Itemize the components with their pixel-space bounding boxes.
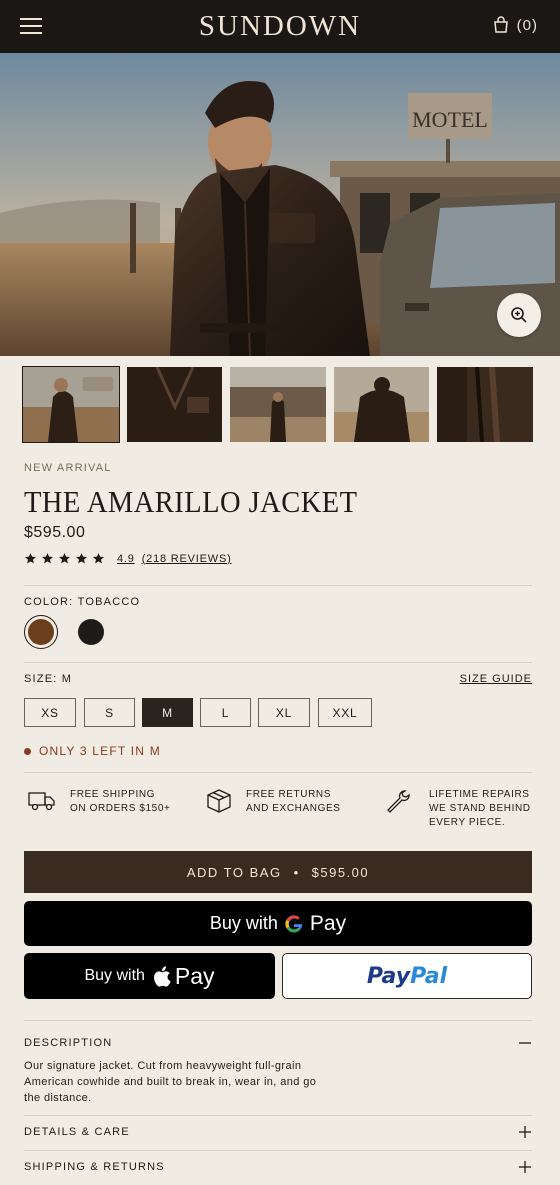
star-icon	[25, 553, 36, 564]
shopping-bag-icon	[493, 16, 508, 33]
product-title: THE AMARILLO JACKET	[24, 484, 358, 519]
selected-color: TOBACCO	[77, 596, 141, 608]
swatch-tobacco[interactable]	[24, 615, 58, 649]
minus-icon	[519, 1042, 531, 1044]
star-icon	[59, 553, 70, 564]
size-options: XS S M L XL XXL	[24, 698, 532, 727]
size-m-button[interactable]: M	[142, 698, 193, 727]
zoom-button[interactable]	[497, 293, 541, 337]
thumbnail-strip	[22, 366, 533, 443]
thumbnail-5[interactable]	[437, 367, 533, 442]
size-xl-button[interactable]: XL	[258, 698, 310, 727]
divider	[24, 772, 532, 773]
plus-icon	[519, 1126, 531, 1138]
description-accordion[interactable]: DESCRIPTION	[24, 1036, 532, 1050]
hero-image[interactable]: MOTEL	[0, 53, 560, 356]
truck-icon	[28, 792, 55, 811]
plus-icon	[519, 1161, 531, 1173]
feature-shipping: FREE SHIPPING ON ORDERS $150+	[28, 788, 170, 816]
add-to-bag-price: $595.00	[311, 864, 370, 880]
wrench-icon	[387, 790, 410, 813]
thumbnail-2[interactable]	[126, 367, 223, 442]
size-xs-button[interactable]: XS	[24, 698, 76, 727]
google-pay-button[interactable]: Buy with Pay	[24, 901, 532, 946]
stock-notice: ONLY 3 LEFT IN M	[24, 744, 532, 758]
size-xxl-button[interactable]: XXL	[318, 698, 372, 727]
paypal-button[interactable]: Pay Pal	[282, 953, 532, 999]
star-icon	[42, 553, 53, 564]
star-icon	[76, 553, 87, 564]
apple-pay-button[interactable]: Buy with Pay	[24, 953, 275, 999]
rating-score[interactable]: 4.9	[117, 553, 135, 565]
swatch-black[interactable]	[74, 615, 108, 649]
divider	[24, 1020, 532, 1021]
thumbnail-4[interactable]	[333, 367, 430, 442]
star-icon	[93, 553, 104, 564]
site-header: SUNDOWN (0)	[0, 0, 560, 53]
thumbnail-1[interactable]	[22, 366, 120, 443]
google-g-icon	[285, 914, 303, 932]
cart-count: (0)	[516, 16, 538, 34]
rating-row: 4.9 (218 REVIEWS)	[24, 552, 532, 565]
size-guide-link[interactable]: SIZE GUIDE	[460, 673, 532, 685]
size-label: SIZE: M	[24, 673, 73, 685]
stock-dot-icon	[24, 747, 31, 755]
divider	[24, 1115, 532, 1116]
divider	[24, 662, 532, 663]
shipping-returns-accordion[interactable]: SHIPPING & RETURNS	[24, 1160, 532, 1174]
apple-logo-icon	[153, 965, 171, 987]
zoom-in-icon	[511, 307, 527, 323]
add-to-bag-button[interactable]: ADD TO BAG • $595.00	[24, 851, 532, 893]
color-label: COLOR: TOBACCO	[24, 596, 141, 608]
brand-logo[interactable]: SUNDOWN	[0, 10, 560, 43]
star-rating	[24, 552, 105, 565]
features-row: FREE SHIPPING ON ORDERS $150+ FREE RETUR…	[24, 788, 532, 832]
size-s-button[interactable]: S	[84, 698, 135, 727]
selected-size: M	[61, 673, 73, 685]
size-l-button[interactable]: L	[200, 698, 251, 727]
cart-button[interactable]: (0)	[493, 16, 538, 34]
new-arrival-label: NEW ARRIVAL	[24, 462, 112, 474]
color-swatches	[24, 615, 532, 649]
feature-repairs: LIFETIME REPAIRS WE STAND BEHIND EVERY P…	[385, 788, 531, 830]
description-text: Our signature jacket. Cut from heavyweig…	[24, 1060, 317, 1104]
divider	[24, 585, 532, 586]
thumbnail-3[interactable]	[230, 367, 326, 442]
feature-returns: FREE RETURNS AND EXCHANGES	[206, 788, 341, 816]
divider	[24, 1150, 532, 1151]
box-icon	[207, 789, 231, 813]
details-care-accordion[interactable]: DETAILS & CARE	[24, 1125, 532, 1139]
reviews-link[interactable]: (218 REVIEWS)	[142, 553, 232, 565]
product-price: $595.00	[24, 524, 86, 541]
motel-sign: MOTEL	[412, 107, 488, 132]
